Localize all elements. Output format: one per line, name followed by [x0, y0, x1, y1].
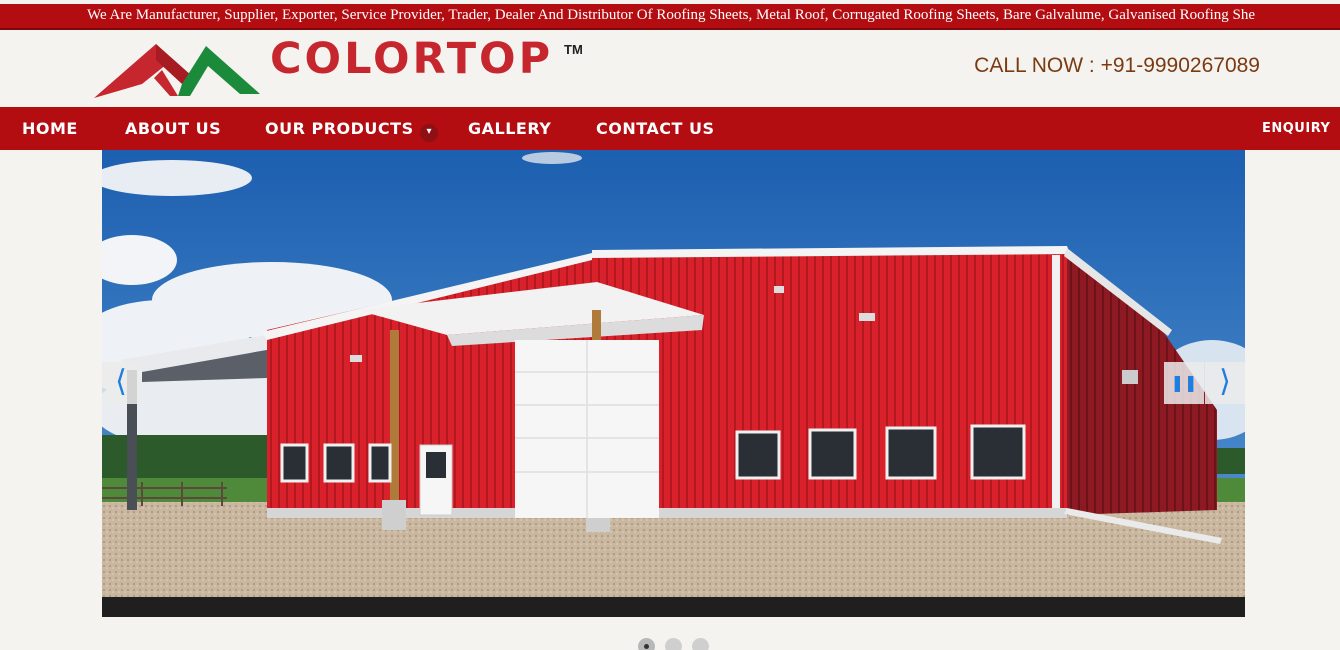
- site-header: COLORTOP TM CALL NOW : +91-9990267089: [0, 32, 1340, 107]
- top-announcement-strip: We Are Manufacturer, Supplier, Exporter,…: [0, 0, 1340, 32]
- main-navigation: HOME ABOUT US OUR PRODUCTS ▾ GALLERY CON…: [0, 107, 1340, 150]
- pause-icon[interactable]: ❚❚: [1164, 362, 1204, 404]
- nav-gallery[interactable]: GALLERY: [468, 119, 551, 139]
- logo-mountain-icon[interactable]: [94, 38, 260, 100]
- logo-wordmark[interactable]: COLORTOP: [270, 38, 553, 81]
- slide-dot-3[interactable]: [692, 638, 709, 650]
- call-now-text: CALL NOW : +91-9990267089: [974, 54, 1260, 77]
- chevron-down-icon[interactable]: ▾: [420, 124, 438, 142]
- chevron-left-icon[interactable]: ⟨: [102, 362, 140, 404]
- chevron-right-icon[interactable]: ⟩: [1205, 362, 1245, 404]
- nav-contact-us[interactable]: CONTACT US: [596, 119, 715, 139]
- announcement-text: We Are Manufacturer, Supplier, Exporter,…: [87, 7, 1256, 23]
- logo-trademark: TM: [564, 42, 583, 57]
- nav-enquiry[interactable]: ENQUIRY: [1262, 119, 1330, 139]
- nav-about-us[interactable]: ABOUT US: [125, 119, 221, 139]
- hero-slider: [102, 150, 1245, 617]
- nav-our-products[interactable]: OUR PRODUCTS: [265, 119, 414, 139]
- nav-home[interactable]: HOME: [22, 119, 78, 139]
- announcement-bar: We Are Manufacturer, Supplier, Exporter,…: [0, 4, 1340, 30]
- slide-image-red-metal-building: [102, 150, 1245, 617]
- slide-dot-1[interactable]: [638, 638, 655, 650]
- slide-dot-2[interactable]: [665, 638, 682, 650]
